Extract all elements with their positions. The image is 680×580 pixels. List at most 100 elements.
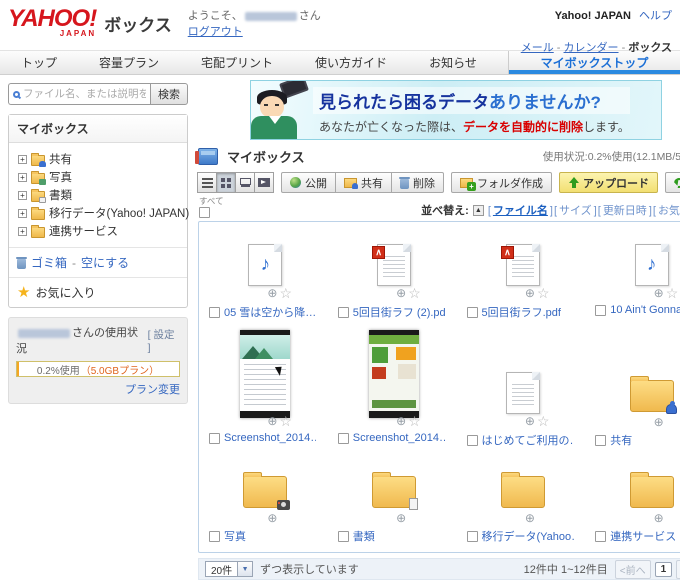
sort-option-label[interactable]: サイズ xyxy=(559,205,592,217)
folder-checkbox[interactable] xyxy=(595,435,606,446)
file-checkbox[interactable] xyxy=(595,305,606,316)
publish-button[interactable]: 公開 xyxy=(281,172,336,193)
music-file-icon[interactable]: ♪ xyxy=(635,244,669,286)
nav-item-top[interactable]: トップ xyxy=(0,51,78,74)
favorite-star-icon[interactable]: ☆ xyxy=(408,286,421,300)
sort-option-label[interactable]: 更新日時 xyxy=(603,205,647,217)
logout-link[interactable]: ログアウト xyxy=(188,26,243,38)
expand-plus-icon[interactable]: + xyxy=(18,227,27,236)
tree-item-migration[interactable]: + 移行データ(Yahoo! JAPAN) xyxy=(18,204,183,222)
ad-banner[interactable]: 見られたら困るデータありませんか? あなたが亡くなった際は、データを自動的に削除… xyxy=(250,80,662,140)
tree-item-shared[interactable]: + 共有 xyxy=(18,150,183,168)
screenshot-thumbnail[interactable] xyxy=(369,330,419,418)
file-checkbox[interactable] xyxy=(338,307,349,318)
file-name[interactable]: 5回目街ラフ.pdf xyxy=(482,304,561,320)
dropdown-arrow-icon[interactable]: ▼ xyxy=(238,561,253,577)
grid-view-button[interactable] xyxy=(216,172,236,193)
nav-item-plan[interactable]: 容量プラン xyxy=(78,51,180,74)
folder-name[interactable]: 書類 xyxy=(353,528,375,544)
folder-checkbox[interactable] xyxy=(338,531,349,542)
photo-folder-icon[interactable] xyxy=(243,476,287,508)
tree-label[interactable]: 移行データ(Yahoo! JAPAN) xyxy=(49,205,189,221)
nav-item-guide[interactable]: 使い方ガイド xyxy=(294,51,408,74)
sort-option-label[interactable]: お気に入り xyxy=(658,205,680,217)
folder-checkbox[interactable] xyxy=(209,531,220,542)
list-view-button[interactable] xyxy=(197,172,217,193)
expand-plus-icon[interactable]: + xyxy=(18,209,27,218)
file-name[interactable]: 5回目街ラフ (2).pdf xyxy=(353,304,445,320)
share-button[interactable]: 共有 xyxy=(335,172,392,193)
file-name[interactable]: 10 Ain't Gonna Cr… xyxy=(610,304,680,316)
folder-name[interactable]: 移行データ(Yahoo… xyxy=(482,528,574,544)
expand-plus-icon[interactable]: + xyxy=(18,173,27,182)
favorite-star-icon[interactable]: ☆ xyxy=(537,414,550,428)
nav-item-print[interactable]: 宅配プリント xyxy=(180,51,294,74)
favorites-label[interactable]: お気に入り xyxy=(35,284,95,301)
next-page-button[interactable]: 次へ> xyxy=(676,560,680,579)
folder-checkbox[interactable] xyxy=(467,531,478,542)
file-name[interactable]: はじめてご利用の… xyxy=(482,432,574,448)
tree-label[interactable]: 写真 xyxy=(49,169,72,185)
refresh-button[interactable]: 更新 xyxy=(665,172,680,193)
tree-item-documents[interactable]: + 書類 xyxy=(18,186,183,204)
text-file-icon[interactable] xyxy=(506,372,540,414)
folder-name[interactable]: 写真 xyxy=(224,528,246,544)
file-name[interactable]: 05 雪は空から降… xyxy=(224,304,316,320)
expand-plus-icon[interactable]: + xyxy=(18,155,27,164)
select-all-checkbox[interactable] xyxy=(199,207,210,218)
sort-by-filename[interactable]: [ファイル名] xyxy=(488,202,553,218)
tree-item-photos[interactable]: + 写真 xyxy=(18,168,183,186)
pdf-file-icon[interactable]: ∧ xyxy=(506,244,540,286)
usage-settings-link[interactable]: [ 設定 ] xyxy=(148,327,180,354)
favorite-star-icon[interactable]: ☆ xyxy=(408,414,421,428)
file-name[interactable]: Screenshot_2014… xyxy=(353,432,445,444)
music-file-icon[interactable]: ♪ xyxy=(248,244,282,286)
search-input[interactable] xyxy=(23,88,146,100)
shared-folder-icon[interactable] xyxy=(630,380,674,412)
upload-button[interactable]: アップロード xyxy=(559,172,658,193)
sort-ascending-icon[interactable]: ▲ xyxy=(473,205,484,216)
folder-icon[interactable] xyxy=(630,476,674,508)
favorite-star-icon[interactable]: ☆ xyxy=(537,286,550,300)
tree-item-services[interactable]: + 連携サービス xyxy=(18,222,183,240)
media-view-button[interactable] xyxy=(254,172,274,193)
favorite-star-icon[interactable]: ☆ xyxy=(279,286,292,300)
expand-plus-icon[interactable]: + xyxy=(18,191,27,200)
tab-mybox-top[interactable]: マイボックストップ xyxy=(508,51,680,74)
folder-name[interactable]: 連携サービス xyxy=(610,528,676,544)
help-link[interactable]: ヘルプ xyxy=(639,10,672,22)
file-checkbox[interactable] xyxy=(209,307,220,318)
sort-option-label[interactable]: ファイル名 xyxy=(493,205,548,217)
search-button[interactable]: 検索 xyxy=(150,83,188,105)
tree-label[interactable]: 書類 xyxy=(49,187,72,203)
sort-by-date[interactable]: [更新日時] xyxy=(598,202,652,218)
folder-name[interactable]: 共有 xyxy=(610,432,632,448)
folder-checkbox[interactable] xyxy=(595,531,606,542)
favorite-star-icon[interactable]: ☆ xyxy=(279,414,292,428)
file-checkbox[interactable] xyxy=(467,435,478,446)
folder-icon[interactable] xyxy=(501,476,545,508)
doc-folder-icon[interactable] xyxy=(372,476,416,508)
favorite-star-icon[interactable]: ☆ xyxy=(666,286,679,300)
prev-page-button[interactable]: <前へ xyxy=(615,560,651,579)
file-checkbox[interactable] xyxy=(467,307,478,318)
thumbnail-view-button[interactable] xyxy=(235,172,255,193)
file-checkbox[interactable] xyxy=(338,433,349,444)
trash-link[interactable]: ゴミ箱 xyxy=(31,254,67,271)
yahoo-japan-logo[interactable]: YAHOO! JAPAN xyxy=(8,7,96,38)
file-name[interactable]: Screenshot_2014… xyxy=(224,432,316,444)
nav-item-news[interactable]: お知らせ xyxy=(408,51,498,74)
screenshot-thumbnail[interactable] xyxy=(240,330,290,418)
plan-change-link[interactable]: プラン変更 xyxy=(125,384,180,396)
delete-button[interactable]: 削除 xyxy=(391,172,444,193)
sort-by-favorite[interactable]: [お気に入り] xyxy=(653,202,680,218)
file-checkbox[interactable] xyxy=(209,433,220,444)
tree-label[interactable]: 連携サービス xyxy=(49,223,118,239)
pdf-file-icon[interactable]: ∧ xyxy=(377,244,411,286)
favorites-row[interactable]: ★ お気に入り xyxy=(9,278,187,307)
per-page-value[interactable]: 20件 xyxy=(205,561,238,577)
tree-label[interactable]: 共有 xyxy=(49,151,72,167)
sort-by-size[interactable]: [サイズ] xyxy=(554,202,597,218)
create-folder-button[interactable]: フォルダ作成 xyxy=(451,172,552,193)
empty-trash-link[interactable]: 空にする xyxy=(81,254,129,271)
